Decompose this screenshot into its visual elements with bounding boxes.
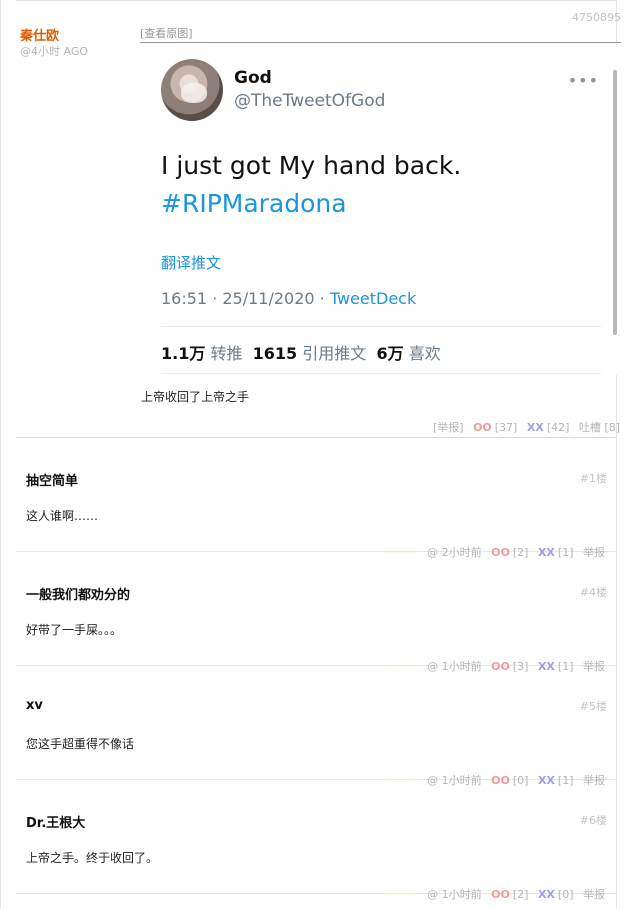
xx-count: [42] [546, 421, 570, 434]
like-label: 喜欢 [408, 344, 441, 363]
tweet-stats: 1.1万 转推 1615 引用推文 6万 喜欢 [161, 340, 441, 364]
xx-button[interactable]: XX [527, 421, 544, 434]
tweet-author-name: God [234, 68, 272, 88]
tweet-screenshot[interactable]: God @TheTweetOfGod ••• I just got My han… [141, 45, 619, 375]
retweet-count: 1.1万 [161, 344, 206, 363]
translate-tweet-link: 翻译推文 [161, 254, 222, 272]
xx-count: [0] [557, 888, 574, 901]
more-icon: ••• [567, 71, 599, 90]
oo-button[interactable]: OO [491, 888, 510, 901]
like-count: 6万 [376, 344, 404, 363]
scrollbar [613, 70, 617, 335]
view-original-link[interactable]: [查看原图] [140, 25, 193, 41]
comment-floor: #5楼 [579, 700, 607, 713]
tweet-handle: @TheTweetOfGod [234, 91, 386, 111]
comment-item: Dr.王根大 #6楼 上帝之手。终于收回了。 ·········· @ 1小时前… [16, 780, 616, 901]
quote-count: 1615 [252, 344, 298, 363]
hidden-text: ·········· [382, 888, 418, 901]
oo-button[interactable]: OO [473, 421, 492, 434]
top-divider [16, 0, 616, 1]
oo-count: [2] [512, 888, 529, 901]
comment-floor: #1楼 [579, 472, 607, 485]
retweet-label: 转推 [210, 344, 243, 363]
post-caption: 上帝收回了上帝之手 [141, 390, 250, 404]
comment-text: 上帝之手。终于收回了。 [26, 851, 159, 865]
post-id: 4750895 [572, 11, 621, 24]
tucao-button[interactable]: 吐槽 [8] [579, 421, 620, 434]
tweet-text: I just got My hand back. [161, 151, 462, 180]
post-actions: [举报] OO [37] XX [42] 吐槽 [8] [427, 419, 620, 435]
comment-time: @ 1小时前 [427, 888, 482, 901]
xx-button[interactable]: XX [538, 888, 555, 901]
comment-author: Dr.王根大 [26, 816, 86, 831]
tweet-hashtag: #RIPMaradona [161, 189, 347, 218]
post-time: @4小时 AGO [20, 45, 89, 58]
tweet-divider [161, 326, 601, 327]
comment-item: xv #5楼 您这手超重得不像话 ·········· @ 1小时前 OO [0]… [16, 666, 616, 787]
comment-floor: #4楼 [579, 586, 607, 599]
tweet-source: TweetDeck [329, 289, 417, 308]
comment-text: 这人谁啊…… [26, 509, 99, 523]
post-author[interactable]: 秦仕欧 [20, 25, 59, 44]
report-button[interactable]: 举报 [583, 888, 605, 901]
tweet-divider [161, 373, 601, 374]
image-top-divider [140, 42, 621, 43]
comment-author: 一般我们都劝分的 [26, 588, 131, 603]
comment-author: xv [26, 698, 43, 713]
comment-actions: ·········· @ 1小时前 OO [2] XX [0] 举报 [377, 886, 605, 902]
quote-label: 引用推文 [302, 344, 367, 363]
oo-count: [37] [494, 421, 518, 434]
comment-floor: #6楼 [579, 814, 607, 827]
comment-author: 抽空简单 [26, 474, 79, 489]
tweet-datetime: 16:51 · 25/11/2020 · [161, 289, 330, 308]
comment-item: 一般我们都劝分的 #4楼 好带了一手屎。。。 ·········· @ 1小时前… [16, 552, 616, 673]
comment-item: 抽空简单 #1楼 这人谁啊…… ·········· @ 2小时前 OO [2] … [16, 438, 616, 559]
comment-text: 好带了一手屎。。。 [26, 623, 123, 637]
avatar [161, 59, 223, 121]
comment-text: 您这手超重得不像话 [26, 737, 135, 751]
report-button[interactable]: [举报] [433, 421, 464, 434]
tweet-meta: 16:51 · 25/11/2020 · TweetDeck [161, 289, 416, 308]
